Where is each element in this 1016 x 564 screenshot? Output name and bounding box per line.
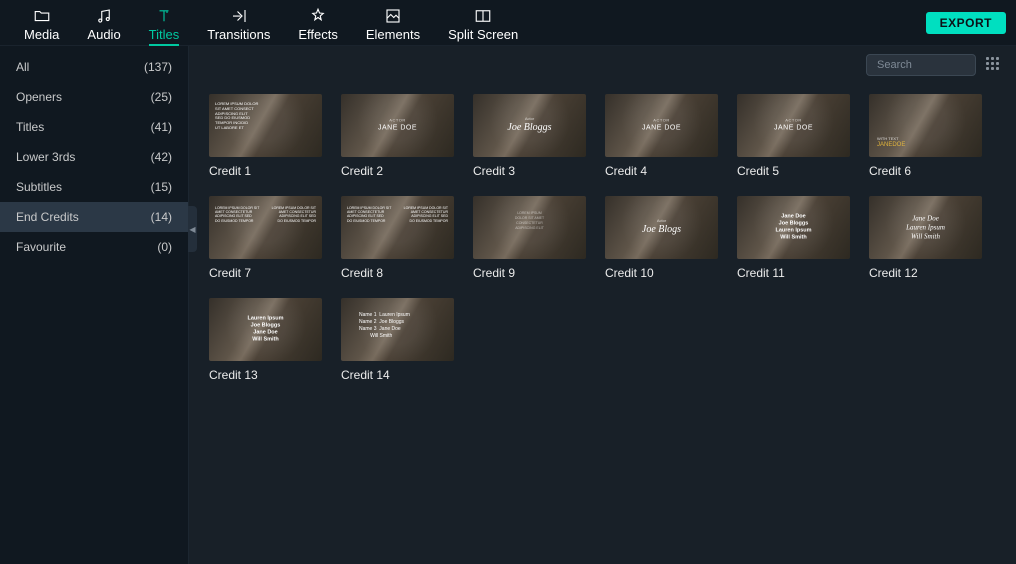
category-sidebar: All (137) Openers (25) Titles (41) Lower 3rds (…: [0, 46, 189, 564]
preset-label: Credit 6: [869, 164, 982, 178]
tab-label: Effects: [298, 27, 338, 42]
preset-label: Credit 10: [605, 266, 718, 280]
title-preset-item[interactable]: Lauren IpsumJoe BloggsJane DoeWill Smith…: [209, 298, 322, 382]
view-grid-toggle[interactable]: [986, 57, 1002, 73]
sidebar-item-lower-3rds[interactable]: Lower 3rds (42): [0, 142, 188, 172]
preset-label: Credit 8: [341, 266, 454, 280]
preset-thumbnail: ActorJoe Bloggs: [473, 94, 586, 157]
preset-thumbnail: LOREM IPSUM DOLOR SITAMET CONSECTETURADI…: [341, 196, 454, 259]
main-panel: LOREM IPSUM DOLORSIT AMET CONSECTADIPISC…: [189, 46, 1016, 564]
sidebar-item-label: End Credits: [16, 210, 79, 224]
tab-media[interactable]: Media: [10, 0, 73, 46]
title-preset-item[interactable]: Jane DoeLauren IpsumWill Smith Credit 12: [869, 196, 982, 280]
preset-thumbnail: LOREM IPSUMDOLOR SIT AMETCONSECTETURADIP…: [473, 196, 586, 259]
sidebar-item-count: (15): [151, 180, 172, 194]
preset-thumbnail: ACTORJANE DOE: [737, 94, 850, 157]
sidebar-item-end-credits[interactable]: End Credits (14): [0, 202, 188, 232]
preset-label: Credit 7: [209, 266, 322, 280]
preset-thumbnail: WITH TEXTJANEDOE: [869, 94, 982, 157]
main-toolbar: Media Audio Titles Transitions Effects Elemen…: [0, 0, 1016, 46]
preset-thumbnail: Jane DoeLauren IpsumWill Smith: [869, 196, 982, 259]
sidebar-item-label: Lower 3rds: [16, 150, 75, 164]
sidebar-item-label: Subtitles: [16, 180, 62, 194]
title-preset-item[interactable]: Jane DoeJoe BloggsLauren IpsumWill Smith…: [737, 196, 850, 280]
export-button[interactable]: EXPORT: [926, 12, 1006, 34]
preset-thumbnail: ActorJoe Blogs: [605, 196, 718, 259]
sidebar-item-label: All: [16, 60, 29, 74]
preset-label: Credit 9: [473, 266, 586, 280]
preset-thumbnail: LOREM IPSUM DOLORSIT AMET CONSECTADIPISC…: [209, 94, 322, 157]
sidebar-item-count: (25): [151, 90, 172, 104]
title-preset-item[interactable]: ACTORJANE DOE Credit 2: [341, 94, 454, 178]
preset-label: Credit 1: [209, 164, 322, 178]
tab-audio[interactable]: Audio: [73, 0, 134, 46]
tab-transitions[interactable]: Transitions: [193, 0, 284, 46]
title-preset-item[interactable]: ACTORJANE DOE Credit 5: [737, 94, 850, 178]
preset-label: Credit 3: [473, 164, 586, 178]
sidebar-item-label: Favourite: [16, 240, 66, 254]
title-preset-item[interactable]: Name 1 Lauren Ipsum Name 2 Joe Bloggs Na…: [341, 298, 454, 382]
sidebar-item-count: (41): [151, 120, 172, 134]
sidebar-item-count: (137): [144, 60, 172, 74]
preset-thumbnail: Jane DoeJoe BloggsLauren IpsumWill Smith: [737, 196, 850, 259]
tab-titles[interactable]: Titles: [135, 0, 194, 46]
sidebar-item-favourite[interactable]: Favourite (0): [0, 232, 188, 262]
title-preset-item[interactable]: ACTORJANE DOE Credit 4: [605, 94, 718, 178]
preset-label: Credit 12: [869, 266, 982, 280]
sidebar-item-subtitles[interactable]: Subtitles (15): [0, 172, 188, 202]
sidebar-item-label: Openers: [16, 90, 62, 104]
tab-splitscreen[interactable]: Split Screen: [434, 0, 532, 46]
preset-thumbnail: Lauren IpsumJoe BloggsJane DoeWill Smith: [209, 298, 322, 361]
tab-label: Transitions: [207, 27, 270, 42]
preset-label: Credit 5: [737, 164, 850, 178]
title-preset-item[interactable]: LOREM IPSUMDOLOR SIT AMETCONSECTETURADIP…: [473, 196, 586, 280]
tab-label: Split Screen: [448, 27, 518, 42]
sidebar-item-all[interactable]: All (137): [0, 52, 188, 82]
tab-effects[interactable]: Effects: [284, 0, 352, 46]
title-preset-item[interactable]: ActorJoe Blogs Credit 10: [605, 196, 718, 280]
sidebar-item-openers[interactable]: Openers (25): [0, 82, 188, 112]
preset-thumbnail: Name 1 Lauren Ipsum Name 2 Joe Bloggs Na…: [341, 298, 454, 361]
sidebar-item-count: (42): [151, 150, 172, 164]
sidebar-item-label: Titles: [16, 120, 44, 134]
sidebar-item-count: (14): [151, 210, 172, 224]
tab-label: Titles: [149, 27, 180, 42]
tab-label: Audio: [87, 27, 120, 42]
preset-label: Credit 14: [341, 368, 454, 382]
sidebar-item-titles[interactable]: Titles (41): [0, 112, 188, 142]
preset-thumbnail: ACTORJANE DOE: [605, 94, 718, 157]
sidebar-collapse-handle[interactable]: ◀: [188, 206, 197, 252]
title-preset-item[interactable]: LOREM IPSUM DOLORSIT AMET CONSECTADIPISC…: [209, 94, 322, 178]
tab-label: Elements: [366, 27, 420, 42]
title-preset-item[interactable]: LOREM IPSUM DOLOR SITAMET CONSECTETURADI…: [209, 196, 322, 280]
preset-thumbnail: ACTORJANE DOE: [341, 94, 454, 157]
title-preset-item[interactable]: WITH TEXTJANEDOE Credit 6: [869, 94, 982, 178]
preset-thumbnail: LOREM IPSUM DOLOR SITAMET CONSECTETURADI…: [209, 196, 322, 259]
preset-label: Credit 13: [209, 368, 322, 382]
preset-label: Credit 11: [737, 266, 850, 280]
sidebar-item-count: (0): [157, 240, 172, 254]
tab-label: Media: [24, 27, 59, 42]
search-box[interactable]: [866, 54, 976, 76]
preset-label: Credit 4: [605, 164, 718, 178]
title-preset-item[interactable]: ActorJoe Bloggs Credit 3: [473, 94, 586, 178]
tab-elements[interactable]: Elements: [352, 0, 434, 46]
preset-label: Credit 2: [341, 164, 454, 178]
title-preset-item[interactable]: LOREM IPSUM DOLOR SITAMET CONSECTETURADI…: [341, 196, 454, 280]
